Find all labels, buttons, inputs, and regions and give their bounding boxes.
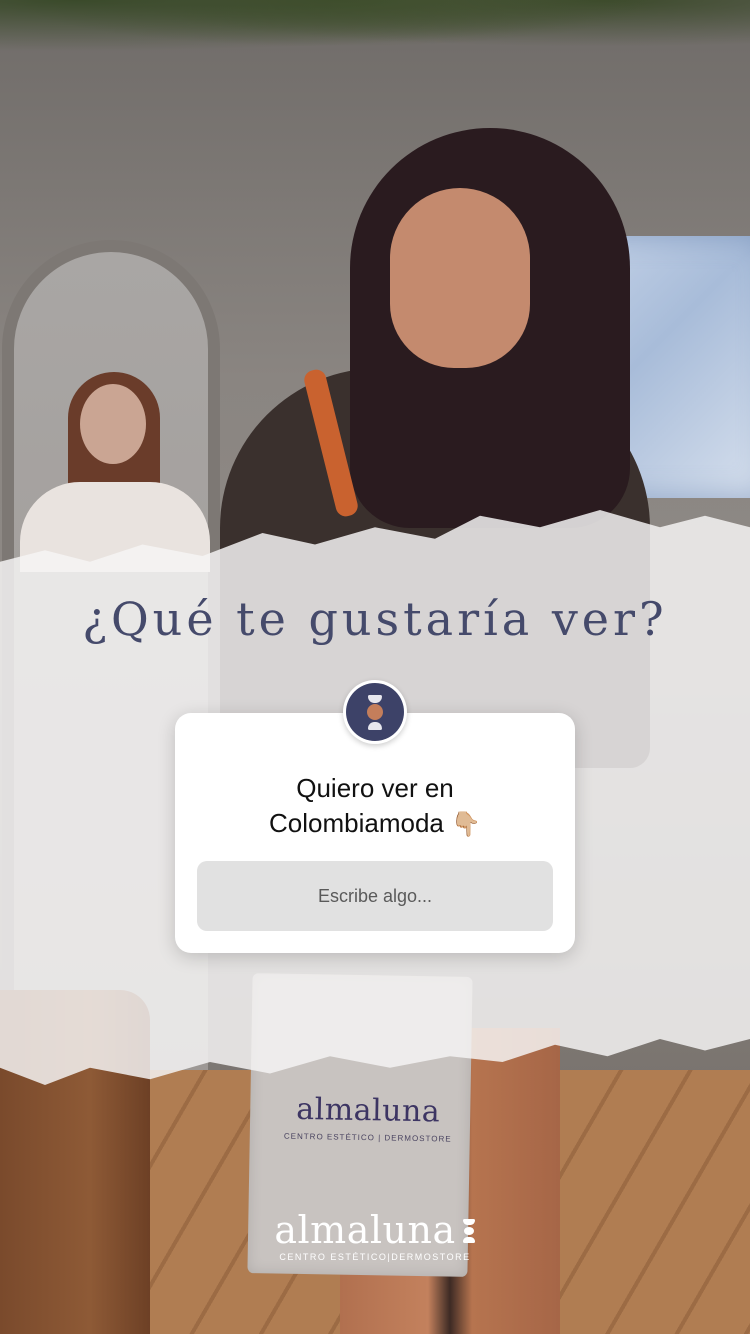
logo-tagline: CENTRO ESTÉTICO|DERMOSTORE	[279, 1252, 471, 1262]
bag-tagline: CENTRO ESTÉTICO | DERMOSTORE	[283, 1131, 452, 1144]
question-sticker[interactable]: Quiero ver en Colombiamoda 👇🏼	[175, 713, 575, 953]
background-person	[20, 372, 210, 572]
logo-mark-icon	[462, 1213, 476, 1247]
brand-logo: almaluna CENTRO ESTÉTICO|DERMOSTORE	[0, 1208, 750, 1262]
sticker-prompt-line2: Colombiamoda	[269, 808, 444, 838]
answer-input[interactable]	[197, 861, 553, 931]
background-plants	[0, 0, 750, 60]
question-heading: ¿Qué te gustaría ver?	[82, 592, 668, 646]
story-frame: almaluna CENTRO ESTÉTICO | DERMOSTORE ¿Q…	[0, 0, 750, 1334]
brand-avatar-icon[interactable]	[343, 680, 407, 744]
pointing-down-icon: 👇🏼	[451, 811, 481, 838]
sticker-prompt: Quiero ver en Colombiamoda 👇🏼	[175, 771, 575, 842]
sticker-prompt-line1: Quiero ver en	[296, 773, 454, 803]
bag-brand: almaluna	[295, 1091, 441, 1130]
logo-wordmark: almaluna	[274, 1208, 456, 1252]
sticker-prompt-line2-row: Colombiamoda 👇🏼	[175, 806, 575, 842]
